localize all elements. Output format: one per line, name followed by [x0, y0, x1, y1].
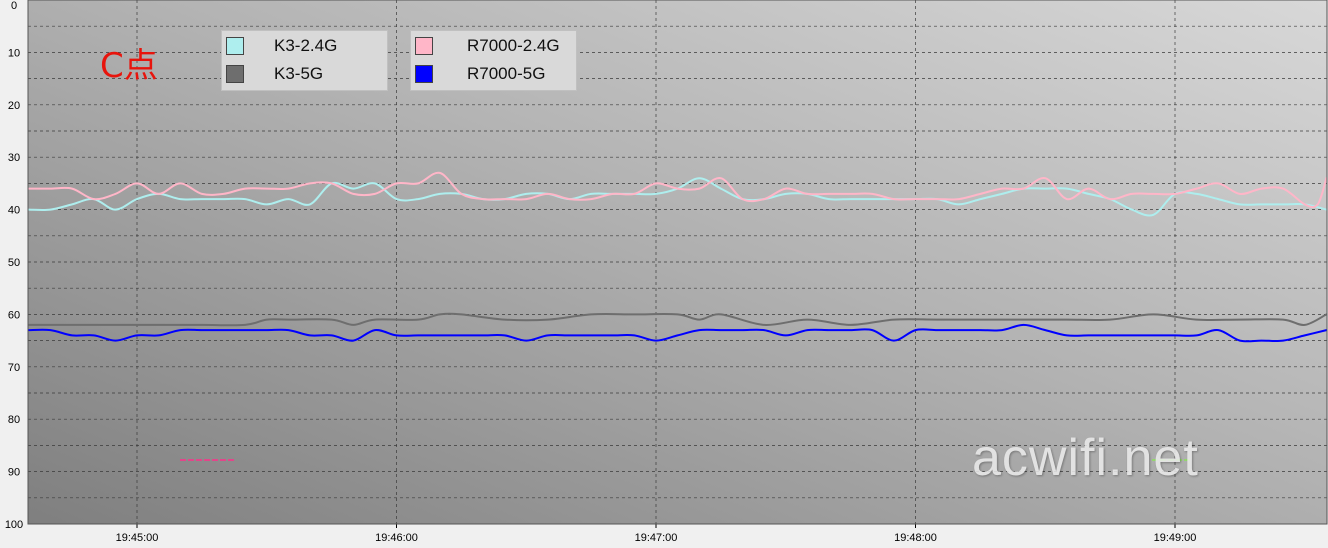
legend-swatch: [415, 37, 433, 55]
x-tick-label: 19:48:00: [894, 532, 937, 544]
watermark: acwifi.net: [972, 429, 1199, 487]
legend-label: K3-5G: [274, 64, 324, 83]
y-tick-label: 60: [8, 309, 20, 321]
legend-label: K3-2.4G: [274, 36, 338, 55]
legend-swatch: [226, 65, 244, 83]
x-axis: 19:45:00 19:46:00 19:47:00 19:48:00 19:49:00: [116, 524, 1197, 544]
legend-label: R7000-5G: [467, 64, 546, 83]
y-tick-label: 0: [11, 0, 17, 12]
y-tick-label: 30: [8, 152, 20, 164]
legend-right: R7000-2.4G R7000-5G: [410, 30, 577, 91]
y-tick-label: 70: [8, 362, 20, 374]
point-label: C点: [100, 46, 158, 86]
x-tick-label: 19:49:00: [1154, 532, 1197, 544]
y-tick-label: 80: [8, 414, 20, 426]
legend-item: R7000-5G: [411, 61, 545, 87]
y-tick-label: 100: [5, 519, 23, 531]
y-tick-label: 90: [8, 467, 20, 479]
legend-item: K3-2.4G: [222, 33, 337, 59]
y-tick-label: 50: [8, 257, 20, 269]
legend-swatch: [226, 37, 244, 55]
legend-label: R7000-2.4G: [467, 36, 560, 55]
y-tick-label: 20: [8, 100, 20, 112]
x-tick-label: 19:46:00: [375, 532, 418, 544]
x-tick-label: 19:45:00: [116, 532, 159, 544]
legend-item: K3-5G: [222, 61, 323, 87]
legend-left: K3-2.4G K3-5G: [221, 30, 388, 91]
y-tick-label: 10: [8, 47, 20, 59]
y-tick-label: 40: [8, 205, 20, 217]
legend-item: R7000-2.4G: [411, 33, 560, 59]
y-axis: 0 10 20 30 40 50 60 70 80 90 100: [5, 0, 23, 531]
legend-swatch: [415, 65, 433, 83]
x-tick-label: 19:47:00: [635, 532, 678, 544]
